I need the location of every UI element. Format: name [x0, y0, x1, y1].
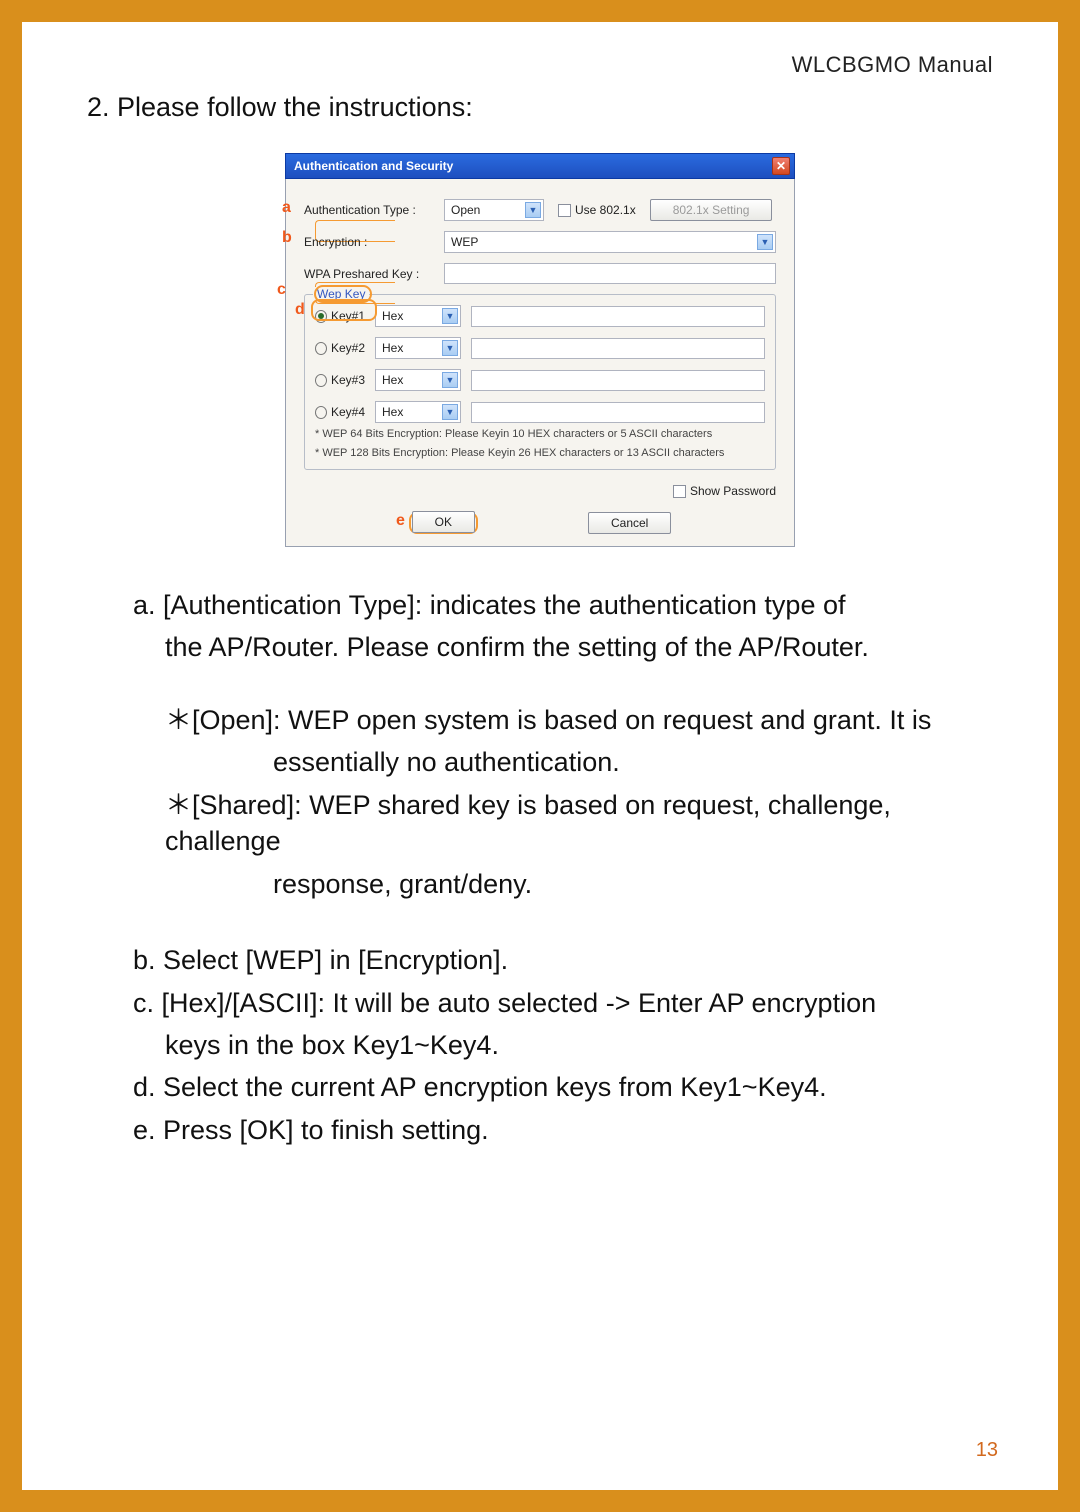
dialog-titlebar: Authentication and Security ✕ — [285, 153, 795, 179]
wep-key-fieldset: Wep Key c d Key#1 Hex▼ Key#2 Hex▼ Key#3 — [304, 294, 776, 470]
header-manual: WLCBGMO Manual — [87, 52, 993, 78]
wep-hint-1: * WEP 64 Bits Encryption: Please Keyin 1… — [315, 427, 765, 442]
key1-label: Key#1 — [331, 309, 365, 323]
encryption-value: WEP — [451, 235, 478, 249]
desc-shared-line2: response, grant/deny. — [87, 866, 993, 902]
section-title: 2. Please follow the instructions: — [87, 92, 993, 123]
auth-type-select[interactable]: Open ▼ — [444, 199, 544, 221]
key4-radio[interactable] — [315, 406, 327, 419]
chevron-down-icon: ▼ — [757, 234, 773, 250]
desc-d: d. Select the current AP encryption keys… — [87, 1069, 993, 1105]
chevron-down-icon: ▼ — [442, 404, 458, 420]
key-row-4: Key#4 Hex ▼ — [315, 401, 765, 423]
key1-input[interactable] — [471, 306, 765, 327]
encryption-label: Encryption : — [304, 235, 444, 249]
desc-e: e. Press [OK] to finish setting. — [87, 1112, 993, 1148]
dialog-title: Authentication and Security — [294, 159, 453, 173]
wep-hint-2: * WEP 128 Bits Encryption: Please Keyin … — [315, 446, 765, 461]
key1-format-select[interactable]: Hex ▼ — [375, 305, 461, 327]
encryption-select[interactable]: WEP ▼ — [444, 231, 776, 253]
callout-b: b — [282, 229, 292, 247]
wpa-psk-input[interactable] — [444, 263, 776, 284]
key4-format: Hex — [382, 405, 403, 419]
callout-e: e — [396, 512, 405, 530]
key2-input[interactable] — [471, 338, 765, 359]
key3-label: Key#3 — [331, 373, 365, 387]
wep-key-legend: Wep Key — [313, 287, 369, 301]
key3-radio[interactable] — [315, 374, 327, 387]
show-password-row: Show Password — [304, 484, 776, 498]
callout-a: a — [282, 199, 291, 217]
close-icon[interactable]: ✕ — [772, 157, 790, 175]
desc-open-line1: ＊[Open]: WEP open system is based on req… — [87, 702, 993, 738]
key3-format-select[interactable]: Hex ▼ — [375, 369, 461, 391]
show-password-label: Show Password — [690, 484, 776, 498]
key-row-1: Key#1 Hex ▼ — [315, 305, 765, 327]
desc-a-line1: a. [Authentication Type]: indicates the … — [87, 587, 993, 623]
use-8021x-label: Use 802.1x — [575, 203, 636, 217]
key2-radio[interactable] — [315, 342, 327, 355]
desc-b: b. Select [WEP] in [Encryption]. — [87, 942, 993, 978]
callout-c: c — [277, 281, 286, 299]
chevron-down-icon: ▼ — [525, 202, 541, 218]
key-row-3: Key#3 Hex ▼ — [315, 369, 765, 391]
chevron-down-icon: ▼ — [442, 340, 458, 356]
use-8021x-checkbox[interactable] — [558, 204, 571, 217]
8021x-setting-button[interactable]: 802.1x Setting — [650, 199, 773, 221]
cancel-button[interactable]: Cancel — [588, 512, 671, 534]
key4-format-select[interactable]: Hex ▼ — [375, 401, 461, 423]
key2-format-select[interactable]: Hex ▼ — [375, 337, 461, 359]
key4-label: Key#4 — [331, 405, 365, 419]
chevron-down-icon: ▼ — [442, 372, 458, 388]
auth-type-label: Authentication Type : — [304, 203, 444, 217]
key3-input[interactable] — [471, 370, 765, 391]
desc-c-line1: c. [Hex]/[ASCII]: It will be auto select… — [87, 985, 993, 1021]
key1-format: Hex — [382, 309, 403, 323]
key3-format: Hex — [382, 373, 403, 387]
auth-type-value: Open — [451, 203, 480, 217]
key4-input[interactable] — [471, 402, 765, 423]
key1-radio[interactable] — [315, 310, 327, 323]
desc-shared-line1: ＊[Shared]: WEP shared key is based on re… — [87, 787, 993, 860]
page-number: 13 — [976, 1439, 998, 1462]
callout-d: d — [295, 301, 305, 319]
wpa-psk-label: WPA Preshared Key : — [304, 267, 444, 281]
desc-open-line2: essentially no authentication. — [87, 744, 993, 780]
key2-format: Hex — [382, 341, 403, 355]
key-row-2: Key#2 Hex ▼ — [315, 337, 765, 359]
key2-label: Key#2 — [331, 341, 365, 355]
desc-a-line2: the AP/Router. Please confirm the settin… — [87, 629, 993, 665]
chevron-down-icon: ▼ — [442, 308, 458, 324]
ok-button[interactable]: OK — [412, 511, 475, 533]
desc-c-line2: keys in the box Key1~Key4. — [87, 1027, 993, 1063]
show-password-checkbox[interactable] — [673, 485, 686, 498]
dialog-screenshot: Authentication and Security ✕ a b Authen… — [285, 153, 795, 547]
